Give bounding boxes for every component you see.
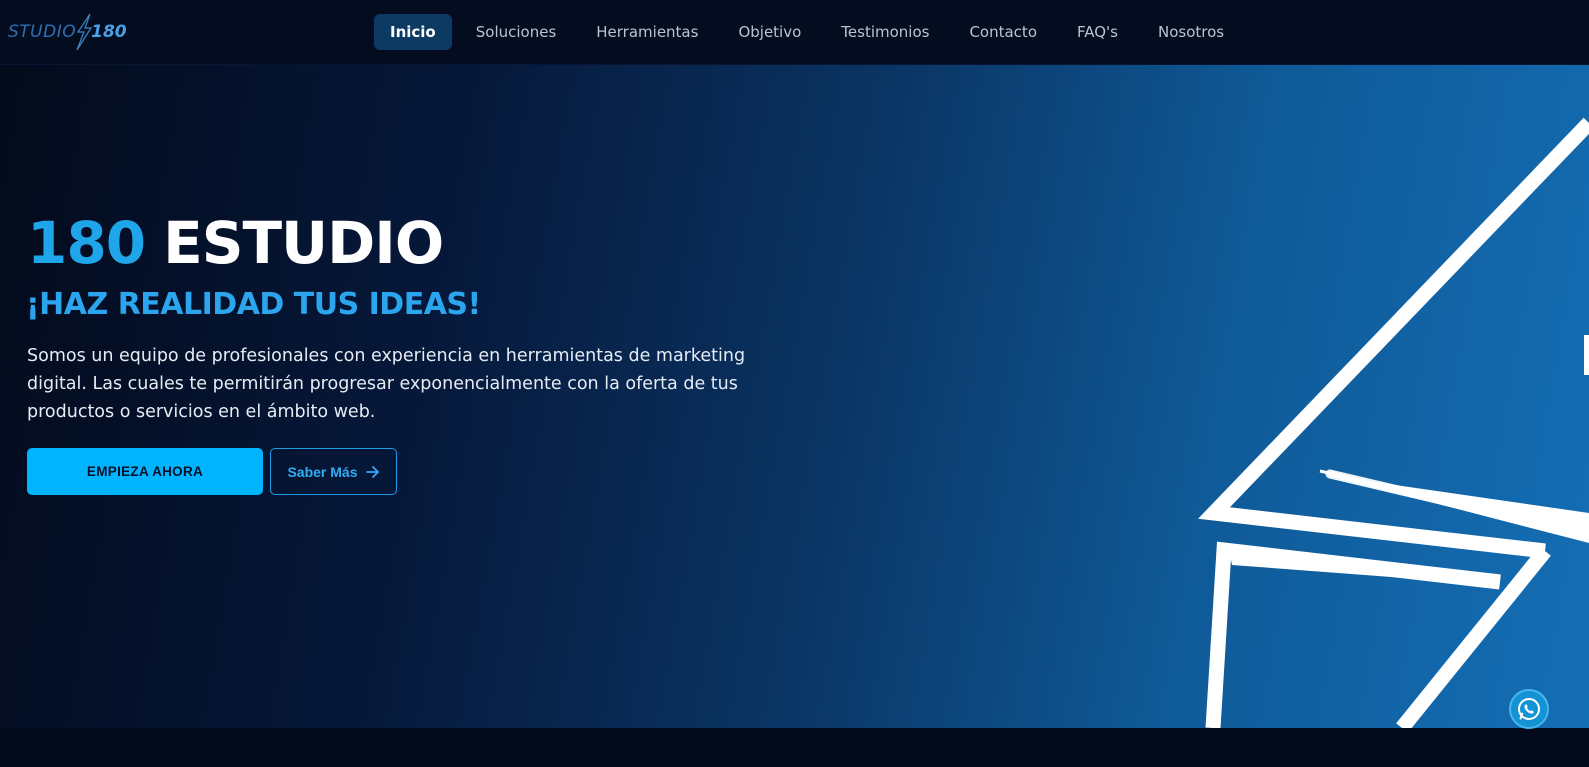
nav-item-faqs[interactable]: FAQ's — [1061, 14, 1134, 50]
hero-title-word: ESTUDIO — [163, 209, 444, 277]
site-header: STUDIO 180 Inicio Soluciones Herramienta… — [0, 0, 1589, 65]
hero-section: 180 ESTUDIO ¡HAZ REALIDAD TUS IDEAS! Somo… — [0, 65, 1589, 728]
arrow-right-icon — [365, 465, 379, 478]
nav-item-herramientas[interactable]: Herramientas — [580, 14, 714, 50]
main-nav: Inicio Soluciones Herramientas Objetivo … — [374, 13, 1248, 50]
nav-item-soluciones[interactable]: Soluciones — [460, 14, 573, 50]
hero-title: 180 ESTUDIO — [27, 208, 444, 278]
nav-item-objetivo[interactable]: Objetivo — [722, 14, 817, 50]
hero-title-number: 180 — [27, 209, 146, 277]
nav-item-nosotros[interactable]: Nosotros — [1142, 14, 1240, 50]
logo-word: STUDIO — [8, 22, 77, 42]
whatsapp-button[interactable] — [1509, 689, 1549, 729]
studio-180-logo[interactable]: STUDIO 180 — [8, 12, 138, 52]
hero-description: Somos un equipo de profesionales con exp… — [27, 346, 746, 422]
page: STUDIO 180 Inicio Soluciones Herramienta… — [0, 0, 1589, 767]
hero-subtitle: ¡HAZ REALIDAD TUS IDEAS! — [26, 287, 481, 322]
bottom-band — [0, 728, 1589, 767]
empieza-ahora-button[interactable]: EMPIEZA AHORA — [27, 448, 263, 495]
saber-mas-button[interactable]: Saber Más — [270, 448, 397, 495]
nav-item-inicio[interactable]: Inicio — [374, 13, 452, 50]
nav-item-contacto[interactable]: Contacto — [953, 14, 1053, 50]
whatsapp-icon — [1518, 698, 1540, 720]
saber-mas-label: Saber Más — [287, 463, 358, 480]
empieza-ahora-label: EMPIEZA AHORA — [86, 464, 204, 479]
nav-item-testimonios[interactable]: Testimonios — [825, 14, 945, 50]
logo-number: 180 — [91, 22, 127, 42]
